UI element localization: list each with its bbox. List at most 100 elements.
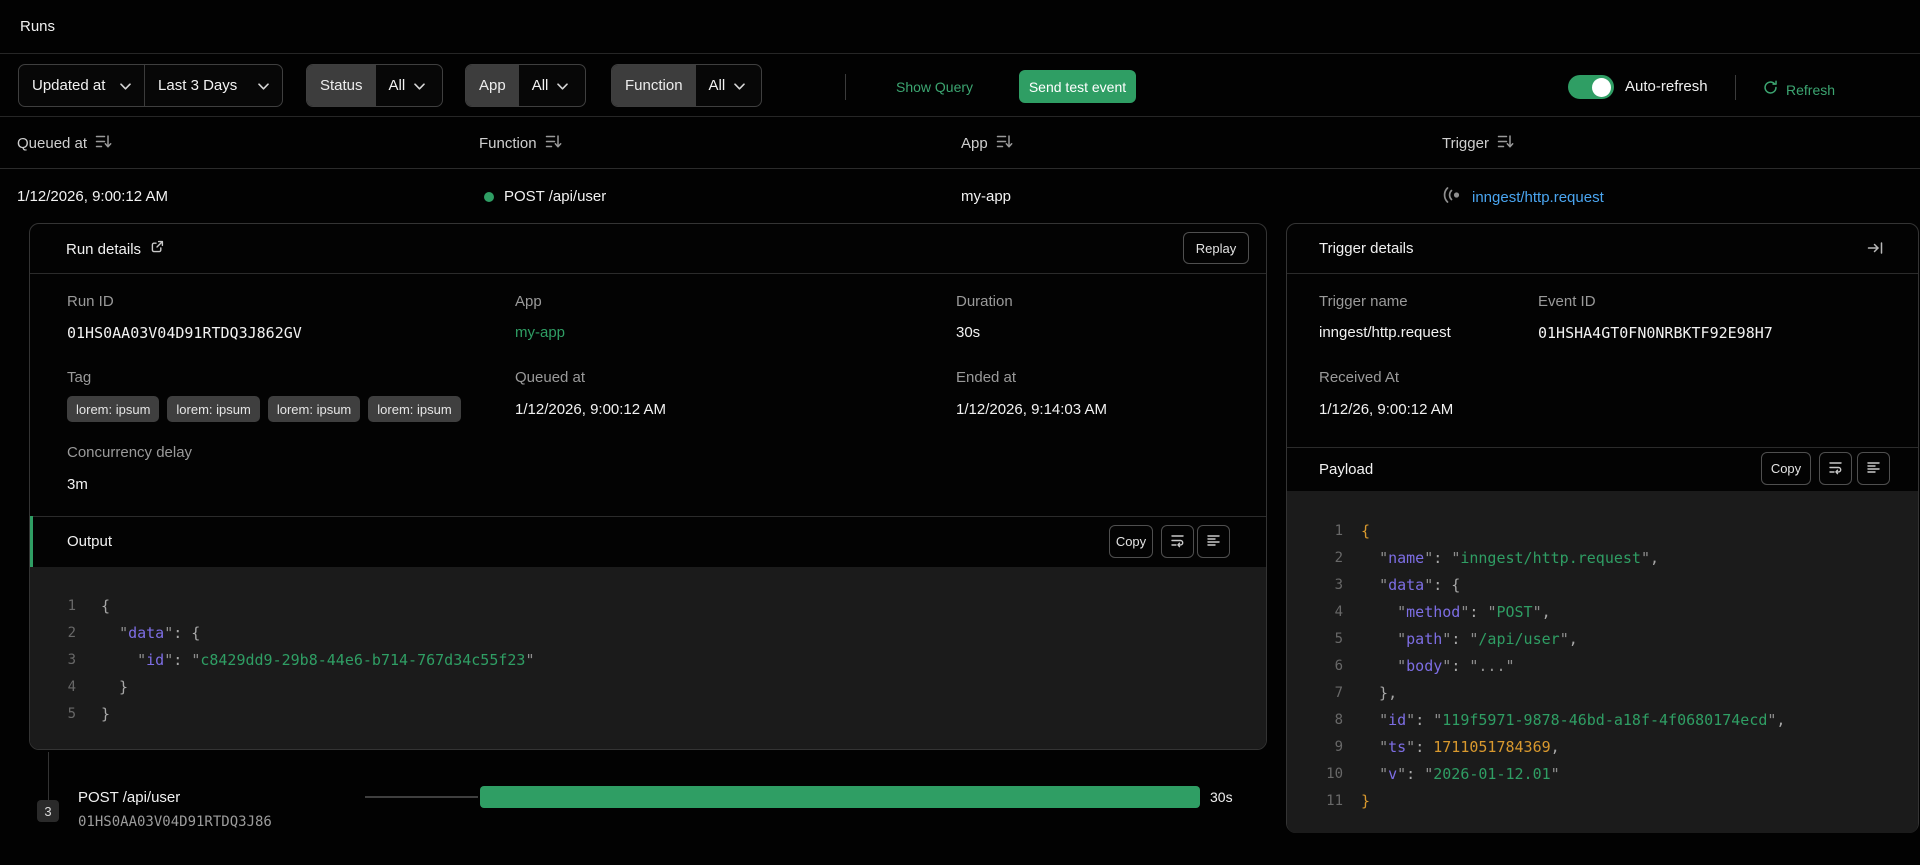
chevron-down-icon bbox=[557, 77, 569, 94]
sort-desc-icon bbox=[95, 134, 112, 153]
status-filter-dropdown[interactable]: All bbox=[376, 65, 442, 106]
run-details-panel: Run details Replay Run ID 01HS0AA03V04D9… bbox=[29, 223, 1267, 750]
output-align-left-button[interactable] bbox=[1197, 525, 1230, 558]
align-left-icon bbox=[1866, 460, 1881, 478]
step-count-badge[interactable]: 3 bbox=[37, 800, 59, 822]
payload-title: Payload bbox=[1319, 461, 1374, 478]
concurrency-delay-value: 3m bbox=[67, 476, 88, 493]
time-range-value: Last 3 Days bbox=[158, 77, 238, 94]
sort-desc-icon bbox=[996, 134, 1013, 153]
queued-at-value: 1/12/2026, 9:00:12 AM bbox=[515, 401, 666, 418]
show-query-link[interactable]: Show Query bbox=[896, 79, 973, 95]
output-wrap-text-button[interactable] bbox=[1161, 525, 1194, 558]
function-filter-dropdown[interactable]: All bbox=[696, 65, 761, 106]
chevron-down-icon bbox=[120, 77, 131, 94]
sort-desc-icon bbox=[1497, 134, 1514, 153]
column-header-queued-at[interactable]: Queued at bbox=[17, 134, 112, 153]
wrap-text-icon bbox=[1828, 460, 1843, 478]
timeline-duration: 30s bbox=[1210, 789, 1233, 805]
sort-desc-icon bbox=[545, 134, 562, 153]
trigger-name: inngest/http.request bbox=[1472, 188, 1604, 206]
auto-refresh-label: Auto-refresh bbox=[1625, 78, 1708, 95]
app-label: App bbox=[515, 293, 542, 310]
tag-badge: lorem: ipsum bbox=[267, 396, 361, 422]
status-filter-label: Status bbox=[307, 65, 376, 106]
chevron-down-icon bbox=[258, 77, 269, 94]
replay-button[interactable]: Replay bbox=[1183, 232, 1249, 264]
column-header-app[interactable]: App bbox=[961, 134, 1013, 153]
trigger-name-label: Trigger name bbox=[1319, 293, 1408, 310]
function-filter-group: Function All bbox=[611, 64, 762, 107]
run-id-label: Run ID bbox=[67, 293, 114, 310]
sort-field-dropdown[interactable]: Updated at bbox=[19, 65, 144, 106]
chevron-down-icon bbox=[734, 77, 746, 94]
chevron-down-icon bbox=[414, 77, 426, 94]
tag-label: Tag bbox=[67, 369, 92, 386]
timeline-progress-bar[interactable] bbox=[480, 786, 1200, 808]
event-id-label: Event ID bbox=[1538, 293, 1596, 310]
app-name: my-app bbox=[961, 188, 1012, 205]
payload-align-left-button[interactable] bbox=[1857, 452, 1890, 485]
event-id-value: 01HSHA4GT0FN0NRBKTF92E98H7 bbox=[1538, 324, 1773, 342]
send-test-event-button[interactable]: Send test event bbox=[1019, 70, 1136, 103]
align-left-icon bbox=[1206, 533, 1221, 551]
auto-refresh-toggle[interactable] bbox=[1568, 75, 1614, 99]
queued-at-label: Queued at bbox=[515, 369, 586, 386]
app-filter-dropdown[interactable]: All bbox=[519, 65, 585, 106]
trigger-details-title-text: Trigger details bbox=[1319, 240, 1414, 257]
toggle-knob bbox=[1592, 77, 1611, 97]
received-at-label: Received At bbox=[1319, 369, 1400, 386]
payload-code-block: 1{2 "name": "inngest/http.request", 3 "da… bbox=[1287, 491, 1918, 833]
run-id-value: 01HS0AA03V04D91RTDQ3J862GV bbox=[67, 324, 302, 342]
run-row-trigger-link[interactable]: inngest/http.request bbox=[1442, 187, 1604, 207]
run-row-queued-at[interactable]: 1/12/2026, 9:00:12 AM bbox=[17, 188, 168, 205]
divider bbox=[845, 74, 846, 100]
concurrency-delay-label: Concurrency delay bbox=[67, 444, 193, 461]
collapse-panel-button[interactable] bbox=[1867, 241, 1883, 260]
webhook-icon bbox=[1442, 187, 1462, 207]
output-title: Output bbox=[67, 533, 113, 550]
function-name: POST /api/user bbox=[504, 188, 607, 205]
function-filter-value: All bbox=[708, 77, 726, 94]
sort-time-filter-group: Updated at Last 3 Days bbox=[18, 64, 283, 107]
trace-connector-line bbox=[48, 752, 49, 800]
column-header-trigger[interactable]: Trigger bbox=[1442, 134, 1514, 153]
divider bbox=[30, 516, 1266, 517]
tag-badge: lorem: ipsum bbox=[368, 396, 461, 422]
payload-copy-button[interactable]: Copy bbox=[1761, 452, 1811, 485]
app-filter-value: All bbox=[531, 77, 549, 94]
page-title: Runs bbox=[20, 18, 56, 35]
received-at-value: 1/12/26, 9:00:12 AM bbox=[1319, 401, 1454, 418]
refresh-button[interactable]: Refresh bbox=[1763, 80, 1835, 100]
run-row-app-link[interactable]: my-app bbox=[961, 188, 1011, 205]
wrap-text-icon bbox=[1170, 533, 1185, 551]
payload-wrap-text-button[interactable] bbox=[1819, 452, 1852, 485]
run-details-title-text: Run details bbox=[66, 240, 142, 258]
tag-badge: lorem: ipsum bbox=[67, 396, 160, 422]
ended-at-label: Ended at bbox=[956, 369, 1017, 386]
timeline-step-name[interactable]: POST /api/user bbox=[78, 789, 180, 806]
divider bbox=[30, 273, 1266, 274]
sort-field-value: Updated at bbox=[32, 77, 106, 94]
output-copy-button[interactable]: Copy bbox=[1109, 525, 1153, 558]
app-value-link[interactable]: my-app bbox=[515, 324, 565, 341]
trigger-name-value: inngest/http.request bbox=[1319, 324, 1451, 341]
external-link-icon[interactable] bbox=[150, 240, 164, 258]
time-range-dropdown[interactable]: Last 3 Days bbox=[145, 65, 282, 106]
column-header-function[interactable]: Function bbox=[479, 134, 562, 153]
refresh-label: Refresh bbox=[1786, 82, 1836, 98]
trigger-details-panel: Trigger details Trigger name inngest/htt… bbox=[1286, 223, 1919, 833]
divider bbox=[0, 168, 1920, 169]
run-row-function[interactable]: POST /api/user bbox=[484, 188, 606, 205]
column-label: App bbox=[961, 135, 988, 152]
output-code-block: 1{2 "data": {3 "id": "c8429dd9-29b8-44e6… bbox=[30, 567, 1266, 749]
column-label: Trigger bbox=[1442, 135, 1489, 152]
output-accent-bar bbox=[30, 516, 33, 567]
duration-value: 30s bbox=[956, 324, 981, 341]
column-label: Queued at bbox=[17, 135, 88, 152]
duration-label: Duration bbox=[956, 293, 1013, 310]
arrow-to-bar-icon bbox=[1867, 242, 1883, 259]
timeline-step-id: 01HS0AA03V04D91RTDQ3J86 bbox=[78, 814, 272, 830]
divider bbox=[1287, 447, 1918, 448]
status-filter-group: Status All bbox=[306, 64, 443, 107]
